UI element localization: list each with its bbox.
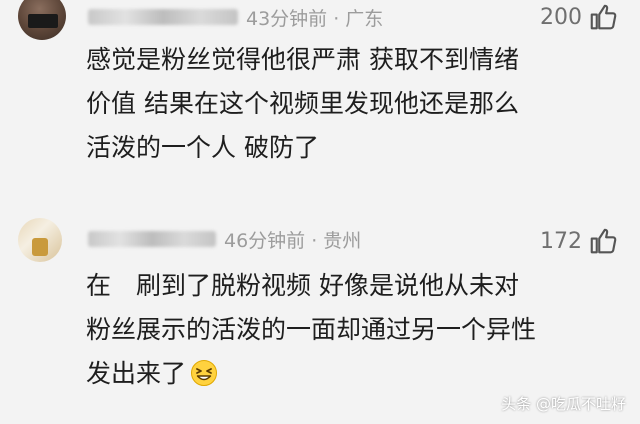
comment-time-location: 43分钟前 · 广东 bbox=[246, 7, 384, 30]
avatar-figure bbox=[32, 238, 48, 256]
comment-meta: 46分钟前 · 贵州 bbox=[88, 224, 361, 254]
comment-line: 活泼的一个人 破防了 bbox=[86, 133, 319, 162]
comment-line: 价值 结果在这个视频里发现他还是那么 bbox=[86, 89, 519, 118]
thumbs-up-icon[interactable] bbox=[588, 2, 618, 32]
comment-line: 感觉是粉丝觉得他很严肃 获取不到情绪 bbox=[86, 45, 519, 74]
comment-time-location: 46分钟前 · 贵州 bbox=[224, 229, 362, 252]
avatar-censor-bar bbox=[28, 14, 58, 28]
avatar[interactable] bbox=[18, 0, 66, 40]
comment-line-text: 发出来了 bbox=[86, 359, 187, 388]
like-count: 172 bbox=[540, 228, 582, 254]
comment-line: 粉丝展示的活泼的一面却通过另一个异性 bbox=[86, 315, 537, 344]
comment-text: 感觉是粉丝觉得他很严肃 获取不到情绪 价值 结果在这个视频里发现他还是那么 活泼… bbox=[86, 38, 616, 170]
grinning-squint-emoji-icon bbox=[191, 360, 218, 386]
like-group[interactable]: 172 bbox=[540, 226, 618, 256]
like-count: 200 bbox=[540, 4, 582, 30]
username-blurred[interactable] bbox=[88, 231, 216, 247]
comment-line-last: 发出来了 bbox=[86, 352, 616, 396]
avatar[interactable] bbox=[18, 218, 62, 262]
username-blurred[interactable] bbox=[88, 9, 238, 25]
thumbs-up-icon[interactable] bbox=[588, 226, 618, 256]
comment-meta: 43分钟前 · 广东 bbox=[88, 2, 383, 32]
comment-text: 在 刷到了脱粉视频 好像是说他从未对 粉丝展示的活泼的一面却通过另一个异性 发出… bbox=[86, 264, 616, 396]
comment-line: 在 刷到了脱粉视频 好像是说他从未对 bbox=[86, 271, 519, 300]
watermark: 头条 @吃瓜不吐籽 bbox=[501, 395, 626, 413]
like-group[interactable]: 200 bbox=[540, 2, 618, 32]
